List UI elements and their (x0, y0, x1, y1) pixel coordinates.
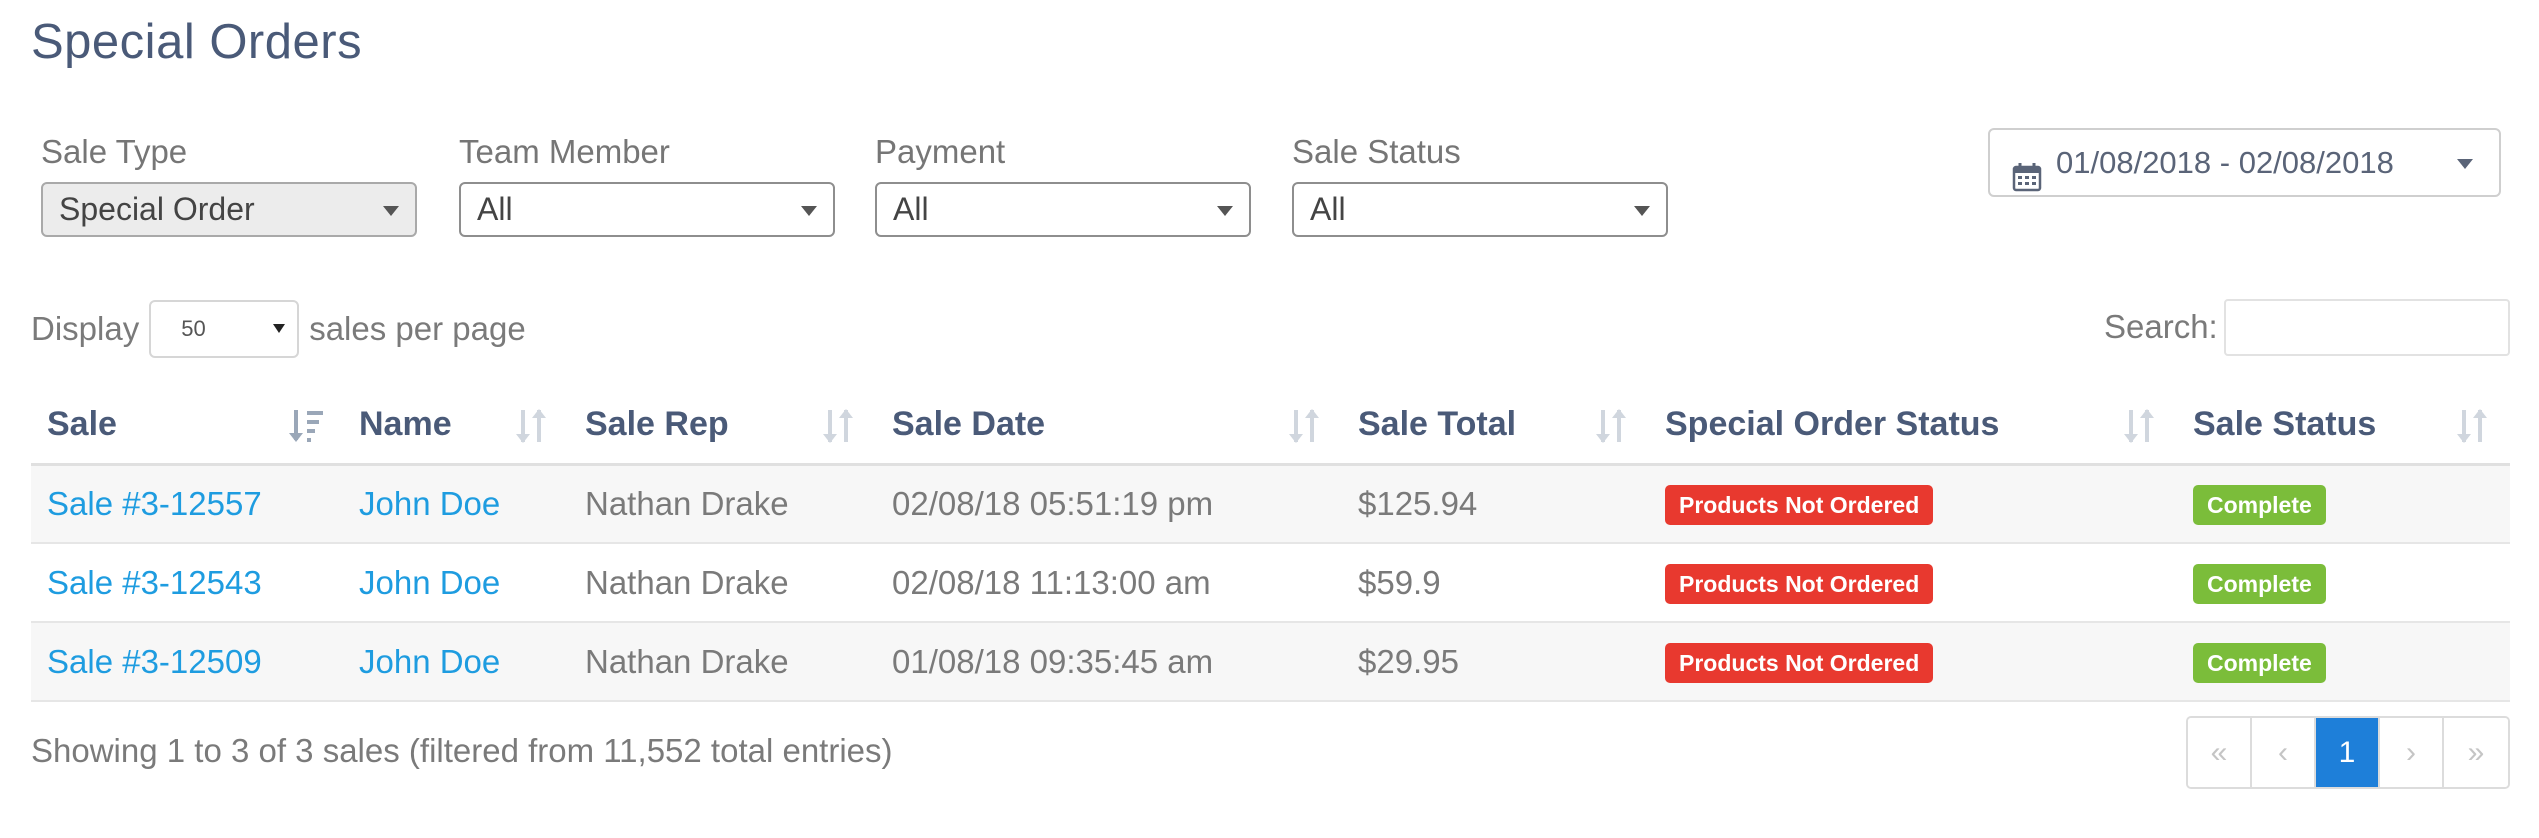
sale-status-badge: Complete (2193, 642, 2326, 683)
sale-date-cell: 01/08/18 09:35:45 am (876, 622, 1342, 702)
sale-total-cell: $29.95 (1342, 622, 1649, 702)
sale-link[interactable]: Sale #3-12543 (47, 564, 262, 601)
special-order-status-badge: Products Not Ordered (1665, 642, 1934, 683)
column-header-sale-date[interactable]: Sale Date (876, 386, 1342, 466)
sale-status-select[interactable]: All (1292, 182, 1668, 237)
team-member-value: All (477, 191, 513, 227)
page-size-select[interactable]: 50 (149, 300, 300, 358)
customer-link[interactable]: John Doe (359, 485, 500, 522)
sale-status-filter: Sale Status All (1292, 130, 1668, 237)
page-title: Special Orders (31, 15, 363, 69)
pagination: « ‹ 1 › » (2186, 716, 2510, 789)
first-page-button[interactable]: « (2188, 718, 2252, 787)
sale-date-cell: 02/08/18 11:13:00 am (876, 543, 1342, 623)
sale-type-value: Special Order (59, 191, 255, 227)
chevron-down-icon (383, 206, 399, 216)
column-header-sale-rep[interactable]: Sale Rep (569, 386, 876, 466)
payment-label: Payment (875, 133, 1006, 170)
sale-status-badge: Complete (2193, 484, 2326, 525)
sale-type-select[interactable]: Special Order (41, 182, 417, 237)
sort-icon (2121, 408, 2159, 453)
special-order-status-badge: Products Not Ordered (1665, 484, 1934, 525)
column-header-name[interactable]: Name (343, 386, 569, 466)
sort-icon (2454, 408, 2492, 453)
chevron-down-icon (1634, 206, 1650, 216)
sale-link[interactable]: Sale #3-12509 (47, 643, 262, 680)
sale-status-label: Sale Status (1292, 133, 1461, 170)
page-size-control: Display 50 sales per page (31, 300, 526, 358)
chevron-down-icon (801, 206, 817, 216)
sale-date-cell: 02/08/18 05:51:19 pm (876, 464, 1342, 544)
team-member-select[interactable]: All (459, 182, 835, 237)
page-size-value: 50 (181, 316, 206, 341)
special-order-status-badge: Products Not Ordered (1665, 563, 1934, 604)
date-range-picker[interactable]: 01/08/2018 - 02/08/2018 (1988, 128, 2501, 197)
table-row: Sale #3-12509 John Doe Nathan Drake 01/0… (31, 622, 2510, 702)
table-summary: Showing 1 to 3 of 3 sales (filtered from… (31, 732, 893, 769)
display-suffix: sales per page (309, 310, 526, 347)
table-row: Sale #3-12557 John Doe Nathan Drake 02/0… (31, 464, 2510, 544)
sale-link[interactable]: Sale #3-12557 (47, 485, 262, 522)
team-member-filter: Team Member All (459, 130, 835, 237)
customer-link[interactable]: John Doe (359, 643, 500, 680)
column-header-sale[interactable]: Sale (31, 386, 343, 466)
previous-page-button[interactable]: ‹ (2252, 718, 2316, 787)
page-1-button[interactable]: 1 (2316, 718, 2380, 787)
sale-type-label: Sale Type (41, 133, 188, 170)
display-prefix: Display (31, 310, 140, 347)
payment-select[interactable]: All (875, 182, 1251, 237)
calendar-icon (2012, 149, 2042, 214)
column-header-sale-total[interactable]: Sale Total (1342, 386, 1649, 466)
sale-total-cell: $59.9 (1342, 543, 1649, 623)
sale-status-value: All (1310, 191, 1346, 227)
sale-rep-cell: Nathan Drake (569, 622, 876, 702)
sale-total-cell: $125.94 (1342, 464, 1649, 544)
payment-value: All (893, 191, 929, 227)
table-header-row: Sale Name Sale Rep Sale Date Sale Total … (31, 386, 2510, 466)
sales-table: Sale Name Sale Rep Sale Date Sale Total … (31, 386, 2510, 702)
chevron-down-icon (2457, 159, 2473, 169)
customer-link[interactable]: John Doe (359, 564, 500, 601)
column-header-special-order-status[interactable]: Special Order Status (1649, 386, 2177, 466)
column-header-sale-status[interactable]: Sale Status (2177, 386, 2510, 466)
sort-icon (1593, 408, 1631, 453)
chevron-down-icon (273, 324, 286, 333)
sale-rep-cell: Nathan Drake (569, 464, 876, 544)
search-label: Search: (2104, 308, 2218, 345)
last-page-button[interactable]: » (2444, 718, 2508, 787)
payment-filter: Payment All (875, 130, 1251, 237)
chevron-down-icon (1217, 206, 1233, 216)
sort-icon (513, 408, 551, 453)
search-input[interactable] (2224, 299, 2510, 356)
date-range-value: 01/08/2018 - 02/08/2018 (2056, 145, 2394, 180)
sort-desc-icon (287, 408, 325, 453)
next-page-button[interactable]: › (2380, 718, 2444, 787)
sale-status-badge: Complete (2193, 563, 2326, 604)
sort-icon (820, 408, 858, 453)
table-row: Sale #3-12543 John Doe Nathan Drake 02/0… (31, 543, 2510, 623)
sale-rep-cell: Nathan Drake (569, 543, 876, 623)
sale-type-filter: Sale Type Special Order (41, 130, 417, 237)
team-member-label: Team Member (459, 133, 670, 170)
sort-icon (1286, 408, 1324, 453)
